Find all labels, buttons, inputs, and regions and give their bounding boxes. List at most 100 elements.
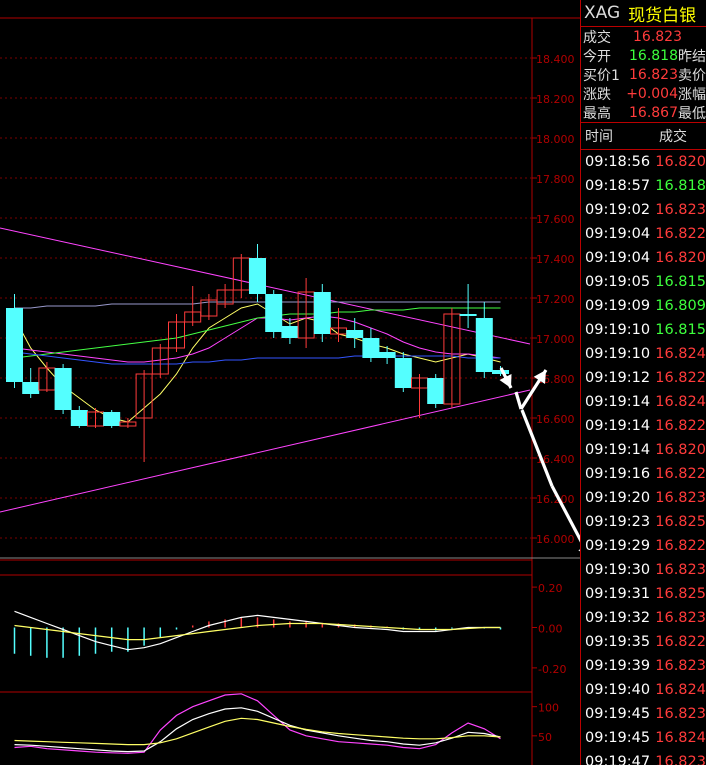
tick-row[interactable]: 09:19:16 16.822 (581, 462, 706, 486)
tick-row[interactable]: 09:19:39 16.823 (581, 654, 706, 678)
candle-body-down (394, 358, 412, 388)
quote-value: 16.867 (629, 104, 678, 121)
tick-row[interactable]: 09:19:09 16.809 (581, 294, 706, 318)
tick-time: 09:19:10 (585, 346, 651, 362)
tick-time: 09:19:12 (585, 370, 651, 386)
y-tick-label: 18.200 (536, 93, 575, 106)
tick-price: 16.809 (655, 298, 706, 314)
quote-extra-label: 最低 (678, 105, 706, 122)
ma-line-ma120 (14, 301, 501, 309)
candle-body-down (70, 410, 88, 426)
y-tick-label: 18.400 (536, 53, 575, 66)
candle-body-down (492, 370, 509, 374)
y-tick-label: 17.400 (536, 253, 575, 266)
tick-row[interactable]: 09:19:04 16.820 (581, 246, 706, 270)
tick-row[interactable]: 09:19:40 16.824 (581, 678, 706, 702)
tick-row[interactable]: 09:19:30 16.823 (581, 558, 706, 582)
tick-time: 09:19:32 (585, 610, 651, 626)
tick-row[interactable]: 09:19:05 16.815 (581, 270, 706, 294)
tick-price: 16.823 (655, 706, 706, 722)
tick-row[interactable]: 09:19:14 16.820 (581, 438, 706, 462)
tick-price: 16.823 (655, 658, 706, 674)
tick-row[interactable]: 09:19:04 16.822 (581, 222, 706, 246)
quote-row: 最高 16.867 最低 (581, 103, 706, 122)
candle-body-down (6, 308, 23, 382)
tick-row[interactable]: 09:19:35 16.822 (581, 630, 706, 654)
tick-price: 16.824 (655, 394, 706, 410)
tick-time: 09:19:45 (585, 706, 651, 722)
tick-time: 09:19:09 (585, 298, 651, 314)
ticks-header-time: 时间 (585, 129, 613, 145)
y-tick-label: 17.800 (536, 173, 575, 186)
tick-row[interactable]: 09:19:10 16.824 (581, 342, 706, 366)
y-tick-label: -0.20 (538, 663, 566, 676)
candle-body-down (265, 294, 283, 332)
y-tick-label: 0.20 (538, 582, 563, 595)
tick-row[interactable]: 09:19:14 16.822 (581, 414, 706, 438)
quote-label: 成交 (583, 29, 611, 46)
tick-time: 09:19:05 (585, 274, 651, 290)
tick-price: 16.823 (655, 562, 706, 578)
tick-row[interactable]: 09:19:12 16.822 (581, 366, 706, 390)
tick-price: 16.822 (655, 370, 706, 386)
tick-row[interactable]: 09:19:45 16.824 (581, 726, 706, 750)
tick-row[interactable]: 09:18:57 16.818 (581, 174, 706, 198)
tick-price: 16.820 (655, 250, 706, 266)
tick-price: 16.824 (655, 346, 706, 362)
y-tick-label: 17.000 (536, 333, 575, 346)
tick-time: 09:19:30 (585, 562, 651, 578)
y-tick-label: 18.000 (536, 133, 575, 146)
candle-body-down (475, 318, 493, 372)
tick-price: 16.822 (655, 418, 706, 434)
quote-label: 最高 (583, 105, 611, 122)
candle-body-down (459, 314, 477, 316)
tick-time: 09:19:16 (585, 466, 651, 482)
tick-row[interactable]: 09:19:23 16.825 (581, 510, 706, 534)
y-tick-label: 50 (538, 731, 552, 744)
tick-row[interactable]: 09:19:10 16.815 (581, 318, 706, 342)
y-tick-label: 0.00 (538, 623, 563, 636)
arrow-segment (514, 391, 523, 410)
quote-extra-label: 涨幅 (678, 86, 706, 103)
tick-price: 16.824 (655, 730, 706, 746)
quote-value: 16.823 (633, 28, 682, 45)
tick-price: 16.822 (655, 634, 706, 650)
quote-label: 今开 (583, 48, 611, 65)
tick-list[interactable]: 09:18:56 16.820 09:18:57 16.818 09:19:02 16.8… (581, 150, 706, 765)
tick-price: 16.815 (655, 322, 706, 338)
tick-price: 16.815 (655, 274, 706, 290)
y-tick-label: 100 (538, 702, 559, 715)
y-tick-label: 16.000 (536, 533, 575, 546)
symbol-name: 现货白银 (628, 5, 697, 26)
y-tick-label: 17.600 (536, 213, 575, 226)
ticks-header-price: 成交 (659, 129, 687, 145)
tick-time: 09:18:57 (585, 178, 651, 194)
quote-value: 16.823 (629, 66, 678, 83)
tick-time: 09:19:14 (585, 442, 651, 458)
tick-price: 16.822 (655, 226, 706, 242)
kline-chart[interactable]: 18.400 18.200 18.000 17.800 17.600 17.400 17.2… (0, 0, 580, 765)
tick-row[interactable]: 09:18:56 16.820 (581, 150, 706, 174)
tick-row[interactable]: 09:19:14 16.824 (581, 390, 706, 414)
tick-time: 09:19:31 (585, 586, 651, 602)
candle-body-down (54, 368, 72, 410)
quote-panel: XAG 现货白银 成交 16.823 今开 16.818 昨结 买价1 16.823 卖价 涨跌… (580, 0, 706, 765)
tick-time: 09:19:29 (585, 538, 651, 554)
tick-row[interactable]: 09:19:02 16.823 (581, 198, 706, 222)
macd-line-ma5 (14, 610, 501, 651)
ma-line-ma10 (14, 315, 501, 363)
tick-row[interactable]: 09:19:45 16.823 (581, 702, 706, 726)
tick-row[interactable]: 09:19:31 16.825 (581, 582, 706, 606)
quote-extra-label: 昨结 (678, 48, 706, 65)
tick-row[interactable]: 09:19:29 16.822 (581, 534, 706, 558)
tick-row[interactable]: 09:19:47 16.823 (581, 750, 706, 765)
quote-summary: 成交 16.823 今开 16.818 昨结 买价1 16.823 卖价 涨跌 +0.004 涨幅最… (581, 27, 706, 122)
y-tick-label: 17.200 (536, 293, 575, 306)
symbol-header: XAG 现货白银 (581, 0, 706, 27)
quote-row: 涨跌 +0.004 涨幅 (581, 84, 706, 103)
tick-row[interactable]: 09:19:32 16.823 (581, 606, 706, 630)
chart-area[interactable]: 18.400 18.200 18.000 17.800 17.600 17.400 17.2… (0, 0, 580, 765)
symbol-code: XAG (584, 3, 621, 23)
tick-row[interactable]: 09:19:20 16.823 (581, 486, 706, 510)
tick-time: 09:19:10 (585, 322, 651, 338)
